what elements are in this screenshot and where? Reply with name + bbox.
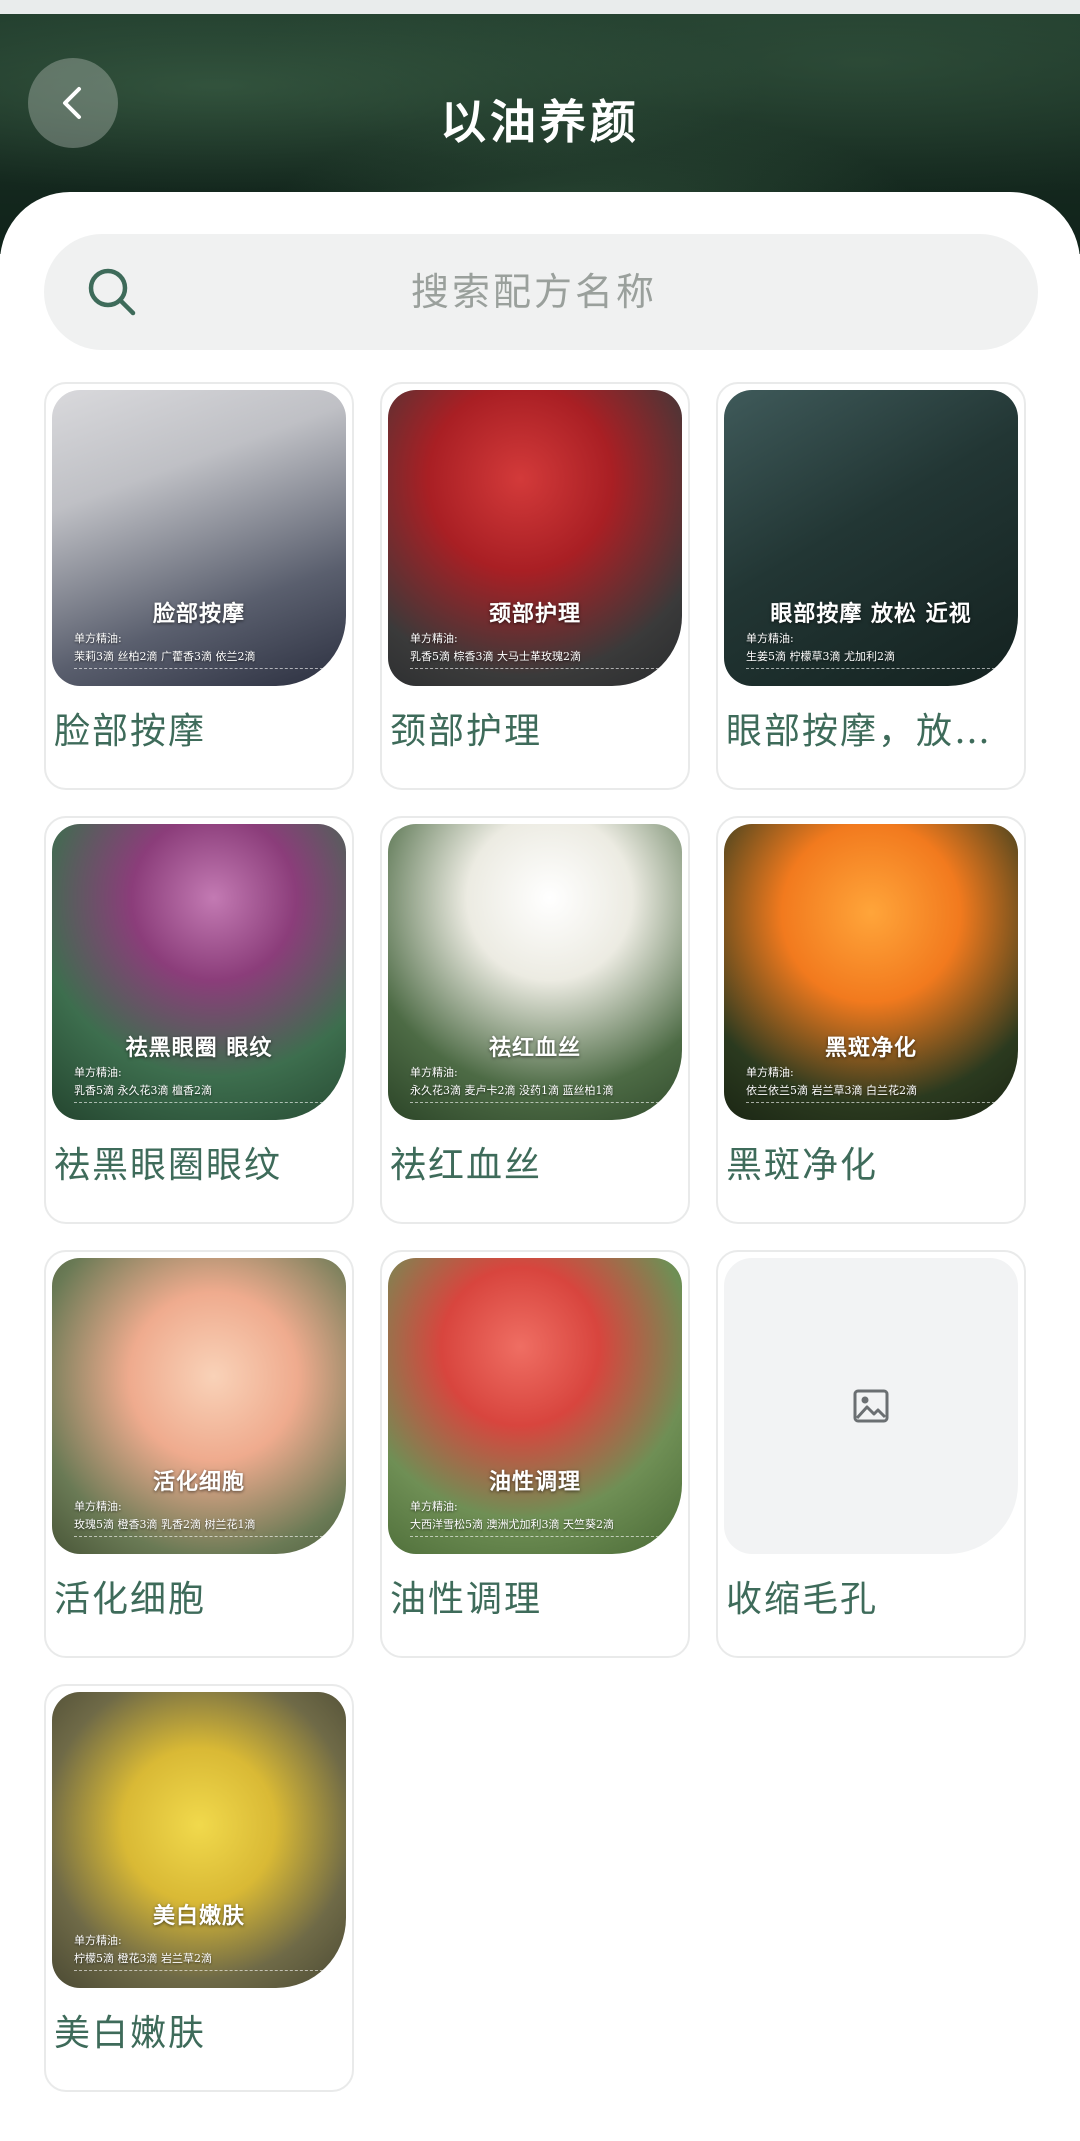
recipe-image: 油性调理单方精油: 大西洋雪松5滴 澳洲尤加利3滴 天竺葵2滴: [388, 1258, 682, 1554]
search-input[interactable]: [164, 234, 904, 350]
image-caption-title: 祛红血丝: [488, 1035, 581, 1061]
recipe-card-label: 油性调理: [390, 1579, 543, 1620]
page-title: 以油养颜: [440, 95, 640, 149]
recipe-card[interactable]: 黑斑净化 单方精油: 依兰依兰5滴 岩兰草3滴 白兰花2滴 黑斑净化: [716, 816, 1026, 1224]
image-caption-subtitle: 单方精油:: [74, 1934, 122, 1947]
recipe-grid: 脸部按摩 单方精油: 茉莉3滴 丝柏2滴 广藿香3滴 依兰2滴 脸部按摩 颈部护理 单方精…: [44, 382, 1030, 2092]
image-caption-title: 活化细胞: [152, 1469, 245, 1495]
recipe-card-label: 眼部按摩，放松近视: [726, 711, 1016, 752]
image-caption-title: 美白嫩肤: [152, 1903, 245, 1929]
search-bar[interactable]: [44, 234, 1038, 350]
image-caption-ingredients: 大西洋雪松5滴 澳洲尤加利3滴 天竺葵2滴: [410, 1516, 674, 1537]
recipe-image: 颈部护理单方精油: 乳香5滴 棕香3滴 大马士革玫瑰2滴: [388, 390, 682, 686]
recipe-card-label: 黑斑净化: [726, 1145, 879, 1186]
image-caption-title: 眼部按摩 放松 近视: [770, 601, 972, 627]
image-caption-title: 脸部按摩: [152, 601, 245, 627]
image-caption-ingredients: 乳香5滴 棕香3滴 大马士革玫瑰2滴: [410, 648, 674, 669]
image-caption-ingredients: 永久花3滴 麦卢卡2滴 没药1滴 蓝丝柏1滴: [410, 1082, 674, 1103]
recipe-card[interactable]: 活化细胞 单方精油: 玫瑰5滴 橙香3滴 乳香2滴 树兰花1滴 活化细胞: [44, 1250, 354, 1658]
recipe-card[interactable]: 祛红血丝 单方精油: 永久花3滴 麦卢卡2滴 没药1滴 蓝丝柏1滴 祛红血丝: [380, 816, 690, 1224]
recipe-card[interactable]: 脸部按摩 单方精油: 茉莉3滴 丝柏2滴 广藿香3滴 依兰2滴 脸部按摩: [44, 382, 354, 790]
recipe-image: 黑斑净化单方精油: 依兰依兰5滴 岩兰草3滴 白兰花2滴: [724, 824, 1018, 1120]
image-caption-title: 颈部护理: [488, 601, 581, 627]
image-caption-subtitle: 单方精油:: [74, 1500, 122, 1513]
status-bar: [0, 0, 1080, 14]
recipe-image: 祛红血丝单方精油: 永久花3滴 麦卢卡2滴 没药1滴 蓝丝柏1滴: [388, 824, 682, 1120]
recipe-card-label: 脸部按摩: [54, 711, 207, 752]
recipe-image: 活化细胞单方精油: 玫瑰5滴 橙香3滴 乳香2滴 树兰花1滴: [52, 1258, 346, 1554]
recipe-card-label: 美白嫩肤: [54, 2013, 207, 2054]
image-caption-ingredients: 柠檬5滴 橙花3滴 岩兰草2滴: [74, 1950, 338, 1971]
image-caption-subtitle: 单方精油:: [410, 1066, 458, 1079]
image-caption-ingredients: 生姜5滴 柠檬草3滴 尤加利2滴: [746, 648, 1010, 669]
recipe-card[interactable]: 美白嫩肤 单方精油: 柠檬5滴 橙花3滴 岩兰草2滴 美白嫩肤: [44, 1684, 354, 2092]
recipe-card[interactable]: 收缩毛孔: [716, 1250, 1026, 1658]
recipe-card-label: 活化细胞: [54, 1579, 207, 1620]
image-caption-subtitle: 单方精油:: [410, 1500, 458, 1513]
recipe-card-label: 祛黑眼圈眼纹: [54, 1145, 283, 1186]
image-caption-subtitle: 单方精油:: [410, 632, 458, 645]
image-caption-ingredients: 依兰依兰5滴 岩兰草3滴 白兰花2滴: [746, 1082, 1010, 1103]
image-icon: [853, 1389, 889, 1423]
image-caption-subtitle: 单方精油:: [746, 632, 794, 645]
recipe-image: 美白嫩肤单方精油: 柠檬5滴 橙花3滴 岩兰草2滴: [52, 1692, 346, 1988]
image-caption-title: 黑斑净化: [824, 1035, 917, 1061]
image-caption-subtitle: 单方精油:: [74, 1066, 122, 1079]
image-caption-subtitle: 单方精油:: [746, 1066, 794, 1079]
image-caption-ingredients: 玫瑰5滴 橙香3滴 乳香2滴 树兰花1滴: [74, 1516, 338, 1537]
image-caption-ingredients: 乳香5滴 永久花3滴 檀香2滴: [74, 1082, 338, 1103]
image-placeholder: [724, 1258, 1018, 1554]
content-panel: 脸部按摩单方精油:茉莉3滴 丝柏2滴 广藿香3滴 依兰2滴脸部按摩颈部护理单方精…: [0, 192, 1080, 2141]
recipe-card[interactable]: 祛黑眼圈 眼纹 单方精油: 乳香5滴 永久花3滴 檀香2滴祛黑眼圈眼纹: [44, 816, 354, 1224]
recipe-card-label: 收缩毛孔: [726, 1579, 879, 1620]
image-caption-title: 祛黑眼圈 眼纹: [125, 1035, 273, 1061]
recipe-card[interactable]: 颈部护理 单方精油: 乳香5滴 棕香3滴 大马士革玫瑰2滴 颈部护理: [380, 382, 690, 790]
search-icon: [88, 268, 136, 316]
recipe-card[interactable]: 眼部按摩 放松 近视单方精油: 生姜5滴 柠檬草3滴 尤加利2滴眼部按摩，放松近视: [716, 382, 1026, 790]
image-caption-subtitle: 单方精油:: [74, 632, 122, 645]
image-caption-ingredients: 茉莉3滴 丝柏2滴 广藿香3滴 依兰2滴: [74, 648, 338, 669]
recipe-image: 祛黑眼圈 眼纹 单方精油: 乳香5滴 永久花3滴 檀香2滴: [52, 824, 346, 1120]
recipe-card[interactable]: 油性调理 单方精油: 大西洋雪松5滴 澳洲尤加利3滴 天竺葵2滴 油性调理: [380, 1250, 690, 1658]
recipe-image: 眼部按摩 放松 近视单方精油: 生姜5滴 柠檬草3滴 尤加利2滴: [724, 390, 1018, 686]
recipe-card-label: 祛红血丝: [390, 1145, 543, 1186]
recipe-image: 脸部按摩单方精油: 茉莉3滴 丝柏2滴 广藿香3滴 依兰2滴: [52, 390, 346, 686]
image-caption-title: 油性调理: [488, 1469, 581, 1495]
recipe-card-label: 颈部护理: [390, 711, 543, 752]
